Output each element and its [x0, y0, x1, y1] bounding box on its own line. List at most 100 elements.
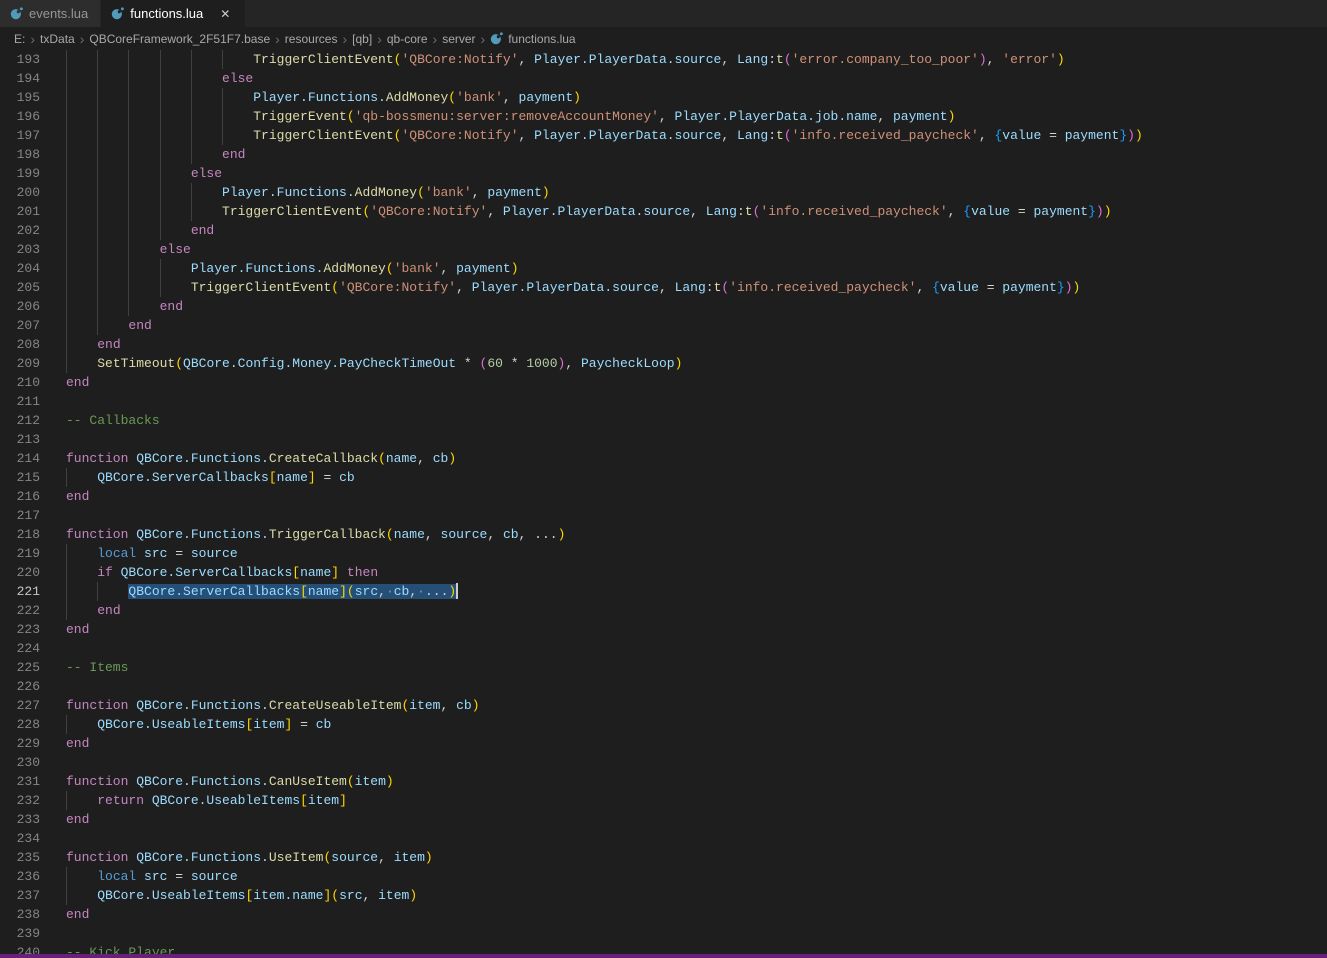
code-line[interactable]: 235function QBCore.Functions.UseItem(sou… — [0, 848, 1327, 867]
breadcrumb-item[interactable]: resources — [285, 32, 338, 46]
line-content: end — [40, 734, 1327, 753]
tab-functions-lua[interactable]: functions.lua✕ — [101, 0, 246, 27]
line-content: end — [40, 487, 1327, 506]
code-line[interactable]: 217 — [0, 506, 1327, 525]
code-line[interactable]: 237 QBCore.UseableItems[item.name](src, … — [0, 886, 1327, 905]
line-number: 210 — [0, 373, 40, 392]
indent-guide — [160, 69, 161, 88]
line-content: SetTimeout(QBCore.Config.Money.PayCheckT… — [40, 354, 1327, 373]
line-number: 224 — [0, 639, 40, 658]
indent-guide — [160, 107, 161, 126]
code-line[interactable]: 209 SetTimeout(QBCore.Config.Money.PayCh… — [0, 354, 1327, 373]
indent-guide — [128, 259, 129, 278]
code-line[interactable]: 234 — [0, 829, 1327, 848]
indent-guide — [66, 468, 67, 487]
code-line[interactable]: 218function QBCore.Functions.TriggerCall… — [0, 525, 1327, 544]
code-line[interactable]: 213 — [0, 430, 1327, 449]
line-content: else — [40, 240, 1327, 259]
line-content — [40, 829, 1327, 848]
code-line[interactable]: 193 TriggerClientEvent('QBCore:Notify', … — [0, 50, 1327, 69]
line-content: function QBCore.Functions.TriggerCallbac… — [40, 525, 1327, 544]
code-line[interactable]: 202 end — [0, 221, 1327, 240]
code-line[interactable]: 214function QBCore.Functions.CreateCallb… — [0, 449, 1327, 468]
code-line[interactable]: 215 QBCore.ServerCallbacks[name] = cb — [0, 468, 1327, 487]
tab-events-lua[interactable]: events.lua — [0, 0, 101, 27]
line-content: else — [40, 164, 1327, 183]
line-number: 227 — [0, 696, 40, 715]
code-line[interactable]: 216end — [0, 487, 1327, 506]
code-line[interactable]: 210end — [0, 373, 1327, 392]
indent-guide — [66, 126, 67, 145]
line-content — [40, 677, 1327, 696]
code-line[interactable]: 227function QBCore.Functions.CreateUseab… — [0, 696, 1327, 715]
code-line[interactable]: 221 QBCore.ServerCallbacks[name](src,·cb… — [0, 582, 1327, 601]
indent-guide — [160, 50, 161, 69]
code-line[interactable]: 238end — [0, 905, 1327, 924]
line-number: 195 — [0, 88, 40, 107]
code-line[interactable]: 223end — [0, 620, 1327, 639]
code-line[interactable]: 203 else — [0, 240, 1327, 259]
chevron-right-icon: › — [337, 32, 352, 46]
code-line[interactable]: 220 if QBCore.ServerCallbacks[name] then — [0, 563, 1327, 582]
code-line[interactable]: 204 Player.Functions.AddMoney('bank', pa… — [0, 259, 1327, 278]
indent-guide — [191, 50, 192, 69]
indent-guide — [66, 335, 67, 354]
code-line[interactable]: 196 TriggerEvent('qb-bossmenu:server:rem… — [0, 107, 1327, 126]
code-line[interactable]: 233end — [0, 810, 1327, 829]
line-content: -- Callbacks — [40, 411, 1327, 430]
indent-guide — [97, 221, 98, 240]
breadcrumb-file[interactable]: functions.lua — [490, 32, 575, 46]
code-line[interactable]: 219 local src = source — [0, 544, 1327, 563]
code-line[interactable]: 208 end — [0, 335, 1327, 354]
code-line[interactable]: 200 Player.Functions.AddMoney('bank', pa… — [0, 183, 1327, 202]
code-line[interactable]: 195 Player.Functions.AddMoney('bank', pa… — [0, 88, 1327, 107]
indent-guide — [66, 297, 67, 316]
line-content: return QBCore.UseableItems[item] — [40, 791, 1327, 810]
indent-guide — [128, 88, 129, 107]
code-line[interactable]: 236 local src = source — [0, 867, 1327, 886]
breadcrumb-item[interactable]: txData — [40, 32, 75, 46]
code-editor[interactable]: 193 TriggerClientEvent('QBCore:Notify', … — [0, 50, 1327, 958]
code-line[interactable]: 205 TriggerClientEvent('QBCore:Notify', … — [0, 278, 1327, 297]
code-line[interactable]: 226 — [0, 677, 1327, 696]
code-line[interactable]: 225-- Items — [0, 658, 1327, 677]
indent-guide — [128, 107, 129, 126]
code-line[interactable]: 198 end — [0, 145, 1327, 164]
code-line[interactable]: 224 — [0, 639, 1327, 658]
code-line[interactable]: 222 end — [0, 601, 1327, 620]
line-number: 193 — [0, 50, 40, 69]
code-line[interactable]: 197 TriggerClientEvent('QBCore:Notify', … — [0, 126, 1327, 145]
code-line[interactable]: 211 — [0, 392, 1327, 411]
breadcrumb-item[interactable]: qb-core — [387, 32, 428, 46]
code-line[interactable]: 239 — [0, 924, 1327, 943]
indent-guide — [66, 867, 67, 886]
indent-guide — [66, 202, 67, 221]
code-line[interactable]: 199 else — [0, 164, 1327, 183]
breadcrumb-item[interactable]: [qb] — [352, 32, 372, 46]
breadcrumb-item[interactable]: QBCoreFramework_2F51F7.base — [89, 32, 270, 46]
indent-guide — [97, 202, 98, 221]
line-number: 214 — [0, 449, 40, 468]
code-line[interactable]: 232 return QBCore.UseableItems[item] — [0, 791, 1327, 810]
text-cursor — [456, 583, 458, 599]
line-number: 221 — [0, 582, 40, 601]
tab-bar: events.luafunctions.lua✕ — [0, 0, 1327, 27]
code-line[interactable]: 201 TriggerClientEvent('QBCore:Notify', … — [0, 202, 1327, 221]
breadcrumb: E:›txData›QBCoreFramework_2F51F7.base›re… — [0, 27, 1327, 50]
breadcrumb-item[interactable]: server — [442, 32, 475, 46]
code-line[interactable]: 229end — [0, 734, 1327, 753]
code-line[interactable]: 212-- Callbacks — [0, 411, 1327, 430]
code-line[interactable]: 207 end — [0, 316, 1327, 335]
code-line[interactable]: 230 — [0, 753, 1327, 772]
breadcrumb-item[interactable]: E: — [14, 32, 25, 46]
indent-guide — [160, 221, 161, 240]
line-content: end — [40, 145, 1327, 164]
code-line[interactable]: 228 QBCore.UseableItems[item] = cb — [0, 715, 1327, 734]
indent-guide — [66, 259, 67, 278]
indent-guide — [128, 278, 129, 297]
code-line[interactable]: 194 else — [0, 69, 1327, 88]
code-line[interactable]: 231function QBCore.Functions.CanUseItem(… — [0, 772, 1327, 791]
chevron-right-icon: › — [428, 32, 443, 46]
close-icon[interactable]: ✕ — [217, 6, 233, 22]
code-line[interactable]: 206 end — [0, 297, 1327, 316]
